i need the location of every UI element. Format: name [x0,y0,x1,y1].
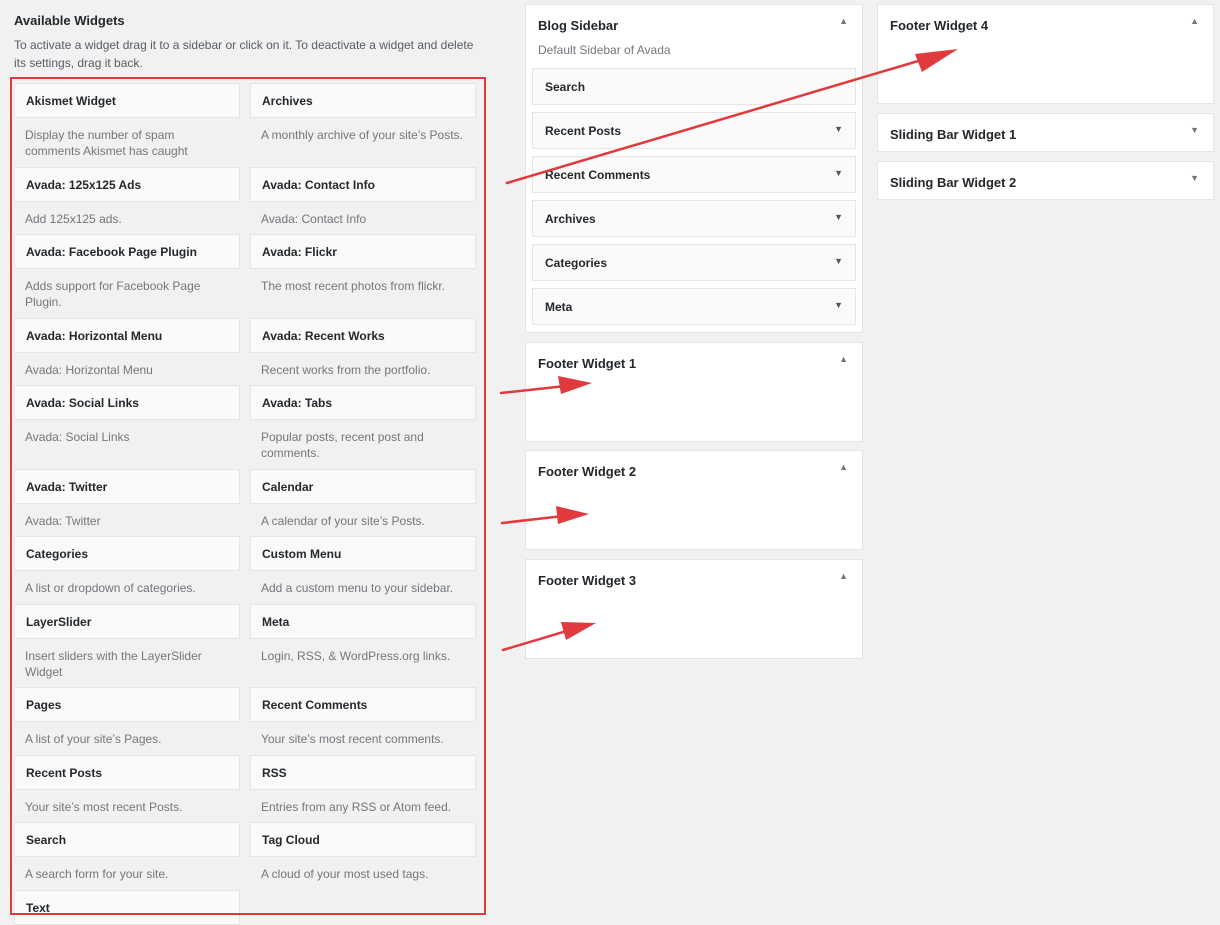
annotation-highlight-box [10,77,486,915]
expand-arrow-icon[interactable]: ▼ [834,256,843,266]
sidebar-widget-label: Recent Comments [545,167,651,182]
expand-arrow-icon[interactable]: ▼ [834,300,843,310]
footer-widget-4-panel: Footer Widget 4 ▲ [877,4,1214,104]
blog-sidebar-subtitle: Default Sidebar of Avada [538,43,671,57]
expand-arrow-icon[interactable]: ▼ [834,212,843,222]
sidebar-widget-recent-posts[interactable]: Recent Posts ▼ [532,112,856,149]
sidebar-widget-meta[interactable]: Meta ▼ [532,288,856,325]
footer-widget-3-panel: Footer Widget 3 ▲ [525,559,863,659]
footer-widget-1-title[interactable]: Footer Widget 1 [538,356,636,371]
sliding-bar-widget-2-title[interactable]: Sliding Bar Widget 2 [890,175,1016,190]
footer-widget-4-title[interactable]: Footer Widget 4 [890,18,988,33]
expand-arrow-icon[interactable]: ▼ [1190,173,1199,183]
collapse-arrow-icon[interactable]: ▲ [1190,16,1199,26]
sidebar-widget-label: Categories [545,255,608,270]
blog-sidebar-title[interactable]: Blog Sidebar [538,18,618,33]
collapse-arrow-icon[interactable]: ▲ [839,571,848,581]
sidebar-widget-categories[interactable]: Categories ▼ [532,244,856,281]
collapse-arrow-icon[interactable]: ▲ [839,462,848,472]
footer-widget-1-panel: Footer Widget 1 ▲ [525,342,863,442]
collapse-arrow-icon[interactable]: ▲ [839,16,848,26]
sliding-bar-widget-2-panel: Sliding Bar Widget 2 ▼ [877,161,1214,200]
footer-widget-3-title[interactable]: Footer Widget 3 [538,573,636,588]
expand-arrow-icon[interactable]: ▼ [834,124,843,134]
expand-arrow-icon[interactable]: ▼ [834,168,843,178]
sidebar-widget-label: Search [545,79,586,94]
sliding-bar-widget-1-title[interactable]: Sliding Bar Widget 1 [890,127,1016,142]
expand-arrow-icon[interactable]: ▼ [1190,125,1199,135]
sidebar-widget-search[interactable]: Search [532,68,856,105]
collapse-arrow-icon[interactable]: ▲ [839,354,848,364]
footer-widget-2-panel: Footer Widget 2 ▲ [525,450,863,550]
footer-widget-2-title[interactable]: Footer Widget 2 [538,464,636,479]
sidebar-widget-label: Archives [545,211,596,226]
sidebar-widget-recent-comments[interactable]: Recent Comments ▼ [532,156,856,193]
sliding-bar-widget-1-panel: Sliding Bar Widget 1 ▼ [877,113,1214,152]
blog-sidebar-panel: Blog Sidebar ▲ Default Sidebar of Avada … [525,4,863,333]
sidebar-widget-label: Meta [545,299,573,314]
sidebar-widget-archives[interactable]: Archives ▼ [532,200,856,237]
sidebar-widget-label: Recent Posts [545,123,622,138]
